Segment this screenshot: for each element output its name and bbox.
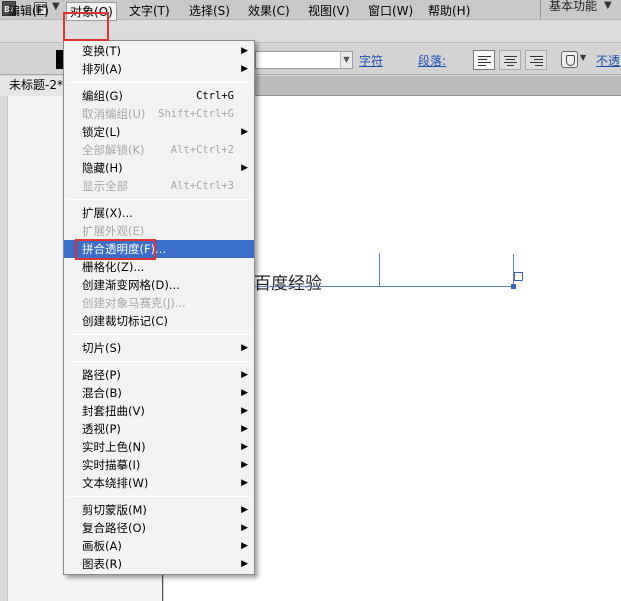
menu-item-compound-path[interactable]: 复合路径(O) ▶ <box>64 519 254 537</box>
document-tab[interactable]: 未标题-2* <box>0 76 66 96</box>
menu-item-live-trace[interactable]: 实时描摹(I) ▶ <box>64 456 254 474</box>
menu-item-expand[interactable]: 扩展(X)... <box>64 204 254 222</box>
menu-window[interactable]: 窗口(W) <box>368 3 413 20</box>
submenu-arrow-icon: ▶ <box>241 370 248 380</box>
submenu-arrow-icon: ▶ <box>241 559 248 569</box>
menu-item-artboards[interactable]: 画板(A) ▶ <box>64 537 254 555</box>
menu-view[interactable]: 视图(V) <box>308 3 350 20</box>
submenu-arrow-icon: ▶ <box>241 442 248 452</box>
menu-item-live-paint[interactable]: 实时上色(N) ▶ <box>64 438 254 456</box>
menu-item-lock[interactable]: 锁定(L) ▶ <box>64 123 254 141</box>
submenu-arrow-icon: ▶ <box>241 460 248 470</box>
menu-item-path[interactable]: 路径(P) ▶ <box>64 366 254 384</box>
align-right-button[interactable] <box>525 50 547 70</box>
menu-item-blend[interactable]: 混合(B) ▶ <box>64 384 254 402</box>
annotation-highlight-object-menu <box>63 12 109 41</box>
menu-item-graph[interactable]: 图表(R) ▶ <box>64 555 254 573</box>
envelope-warp-icon[interactable] <box>561 51 578 68</box>
font-family-field[interactable] <box>255 51 353 69</box>
menu-separator <box>67 496 252 497</box>
menu-edit[interactable]: 编辑(E) <box>8 3 49 20</box>
menu-select[interactable]: 选择(S) <box>189 3 230 20</box>
submenu-arrow-icon: ▶ <box>241 127 248 137</box>
character-panel-link[interactable]: 字符 <box>359 52 383 69</box>
menu-item-create-trim-marks[interactable]: 创建裁切标记(C) <box>64 312 254 330</box>
workspace-switcher[interactable]: 基本功能 <box>549 0 597 14</box>
opacity-panel-link[interactable]: 不透 <box>596 52 620 69</box>
menu-separator <box>67 199 252 200</box>
text-frame-baseline <box>254 286 513 287</box>
menu-item-text-wrap[interactable]: 文本绕排(W) ▶ <box>64 474 254 492</box>
menu-separator <box>67 361 252 362</box>
canvas-text-object[interactable]: 百度经验 <box>254 269 322 294</box>
menu-item-hide[interactable]: 隐藏(H) ▶ <box>64 159 254 177</box>
menu-item-clipping-mask[interactable]: 剪切蒙版(M) ▶ <box>64 501 254 519</box>
panel-edge <box>0 96 8 601</box>
align-left-button[interactable] <box>473 50 495 70</box>
menu-separator <box>67 334 252 335</box>
annotation-highlight-flatten-item <box>75 239 156 260</box>
menu-item-create-gradient-mesh[interactable]: 创建渐变网格(D)... <box>64 276 254 294</box>
text-frame-edge <box>513 254 514 287</box>
submenu-arrow-icon: ▶ <box>241 163 248 173</box>
submenu-arrow-icon: ▶ <box>241 541 248 551</box>
submenu-arrow-icon: ▶ <box>241 46 248 56</box>
submenu-arrow-icon: ▶ <box>241 388 248 398</box>
text-out-port[interactable] <box>514 272 523 281</box>
menu-item-envelope-distort[interactable]: 封套扭曲(V) ▶ <box>64 402 254 420</box>
menu-item-unlock-all: 全部解锁(K) Alt+Ctrl+2 <box>82 143 234 157</box>
text-frame-guide <box>379 253 380 286</box>
menu-item-ungroup: 取消编组(U) Shift+Ctrl+G <box>82 107 234 121</box>
menu-item-slice[interactable]: 切片(S) ▶ <box>64 339 254 357</box>
workspace-chevron-down-icon[interactable]: ▼ <box>604 0 612 11</box>
menu-item-expand-appearance: 扩展外观(E) <box>82 224 145 238</box>
submenu-arrow-icon: ▶ <box>241 478 248 488</box>
submenu-arrow-icon: ▶ <box>241 424 248 434</box>
submenu-arrow-icon: ▶ <box>241 523 248 533</box>
menu-text[interactable]: 文字(T) <box>129 3 170 20</box>
menu-item-create-object-mosaic: 创建对象马赛克(J)... <box>82 296 186 310</box>
menu-item-rasterize[interactable]: 栅格化(Z)... <box>64 258 254 276</box>
font-dropdown-chevron-icon[interactable]: ▼ <box>340 52 352 68</box>
menu-item-show-all: 显示全部 Alt+Ctrl+3 <box>82 179 234 193</box>
divider <box>540 0 541 19</box>
submenu-arrow-icon: ▶ <box>241 343 248 353</box>
selection-handle[interactable] <box>511 284 516 289</box>
menu-item-arrange[interactable]: 排列(A) ▶ <box>64 60 254 78</box>
menu-help[interactable]: 帮助(H) <box>428 3 470 20</box>
chevron-down-icon[interactable]: ▼ <box>52 1 60 12</box>
paragraph-panel-link[interactable]: 段落: <box>418 52 446 69</box>
menu-item-transform[interactable]: 变换(T) ▶ <box>64 42 254 60</box>
submenu-arrow-icon: ▶ <box>241 505 248 515</box>
menu-item-group[interactable]: 编组(G) Ctrl+G <box>64 87 254 105</box>
submenu-arrow-icon: ▶ <box>241 64 248 74</box>
menu-item-perspective[interactable]: 透视(P) ▶ <box>64 420 254 438</box>
align-center-button[interactable] <box>499 50 521 70</box>
envelope-chevron-down-icon[interactable]: ▼ <box>580 53 586 62</box>
submenu-arrow-icon: ▶ <box>241 406 248 416</box>
menu-effect[interactable]: 效果(C) <box>248 3 290 20</box>
menu-separator <box>67 82 252 83</box>
